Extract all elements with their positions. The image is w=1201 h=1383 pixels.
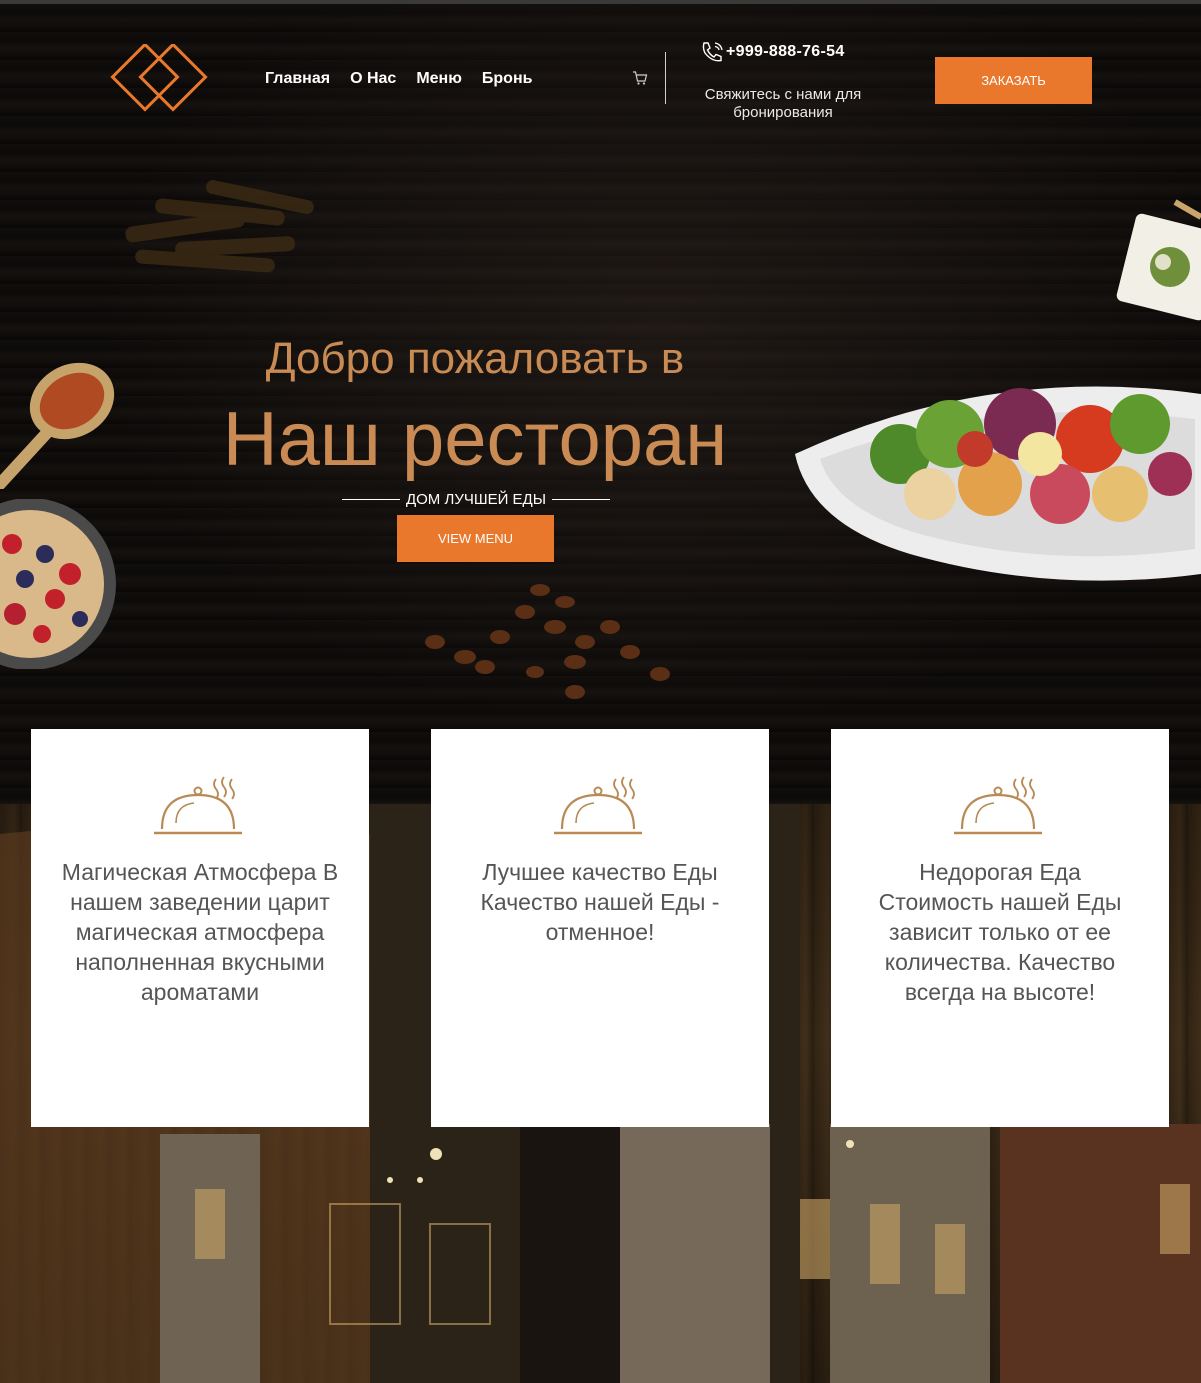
view-menu-button[interactable]: VIEW MENU (397, 515, 554, 562)
hero-section: Главная О Нас Меню Бронь +999-888-76-54 … (0, 4, 1201, 804)
header-divider (665, 52, 666, 104)
feature-text: Лучшее качество Еды Качество нашей Еды -… (480, 859, 720, 945)
hero-tagline-row: ДОМ ЛУЧШЕЙ ЕДЫ (326, 489, 626, 509)
phone-block[interactable]: +999-888-76-54 (700, 40, 870, 64)
contact-text: Свяжитесь с нами для бронирования (704, 86, 862, 121)
nav-menu[interactable]: Меню (416, 70, 462, 88)
feature-card-atmosphere: Магическая Атмосфера В нашем заведении ц… (31, 729, 369, 1127)
feature-card-quality: Лучшее качество Еды Качество нашей Еды -… (431, 729, 769, 1127)
order-button[interactable]: ЗАКАЗАТЬ (935, 57, 1092, 104)
tagline-line-right (552, 498, 610, 500)
hero-subtitle: Добро пожаловать в (265, 334, 685, 383)
cloche-icon (154, 776, 242, 835)
nav-booking[interactable]: Бронь (482, 70, 533, 88)
phone-icon (702, 42, 723, 62)
salad-plate-image (795, 386, 1201, 581)
logo-icon[interactable] (108, 44, 210, 114)
main-nav: Главная О Нас Меню Бронь (265, 70, 532, 88)
hero-title: Наш ресторан (222, 397, 728, 482)
nav-about[interactable]: О Нас (350, 70, 396, 88)
nav-home[interactable]: Главная (265, 70, 330, 88)
tagline-line-left (341, 498, 400, 500)
berry-bowl-image (0, 499, 116, 669)
feature-text: Недорогая Еда Стоимость нашей Еды зависи… (878, 859, 1122, 1005)
sushi-image (1116, 199, 1201, 321)
cart-icon[interactable] (632, 70, 648, 86)
coffee-beans-image (425, 584, 670, 699)
fries-image (125, 180, 314, 273)
cloche-icon (554, 776, 642, 835)
spice-spoon-image (0, 362, 115, 489)
hero-tagline: ДОМ ЛУЧШЕЙ ЕДЫ (405, 490, 546, 508)
feature-text: Магическая Атмосфера В нашем заведении ц… (61, 859, 339, 1005)
feature-card-price: Недорогая Еда Стоимость нашей Еды зависи… (831, 729, 1169, 1127)
cloche-icon (954, 776, 1042, 835)
phone-number[interactable]: +999-888-76-54 (726, 43, 845, 61)
